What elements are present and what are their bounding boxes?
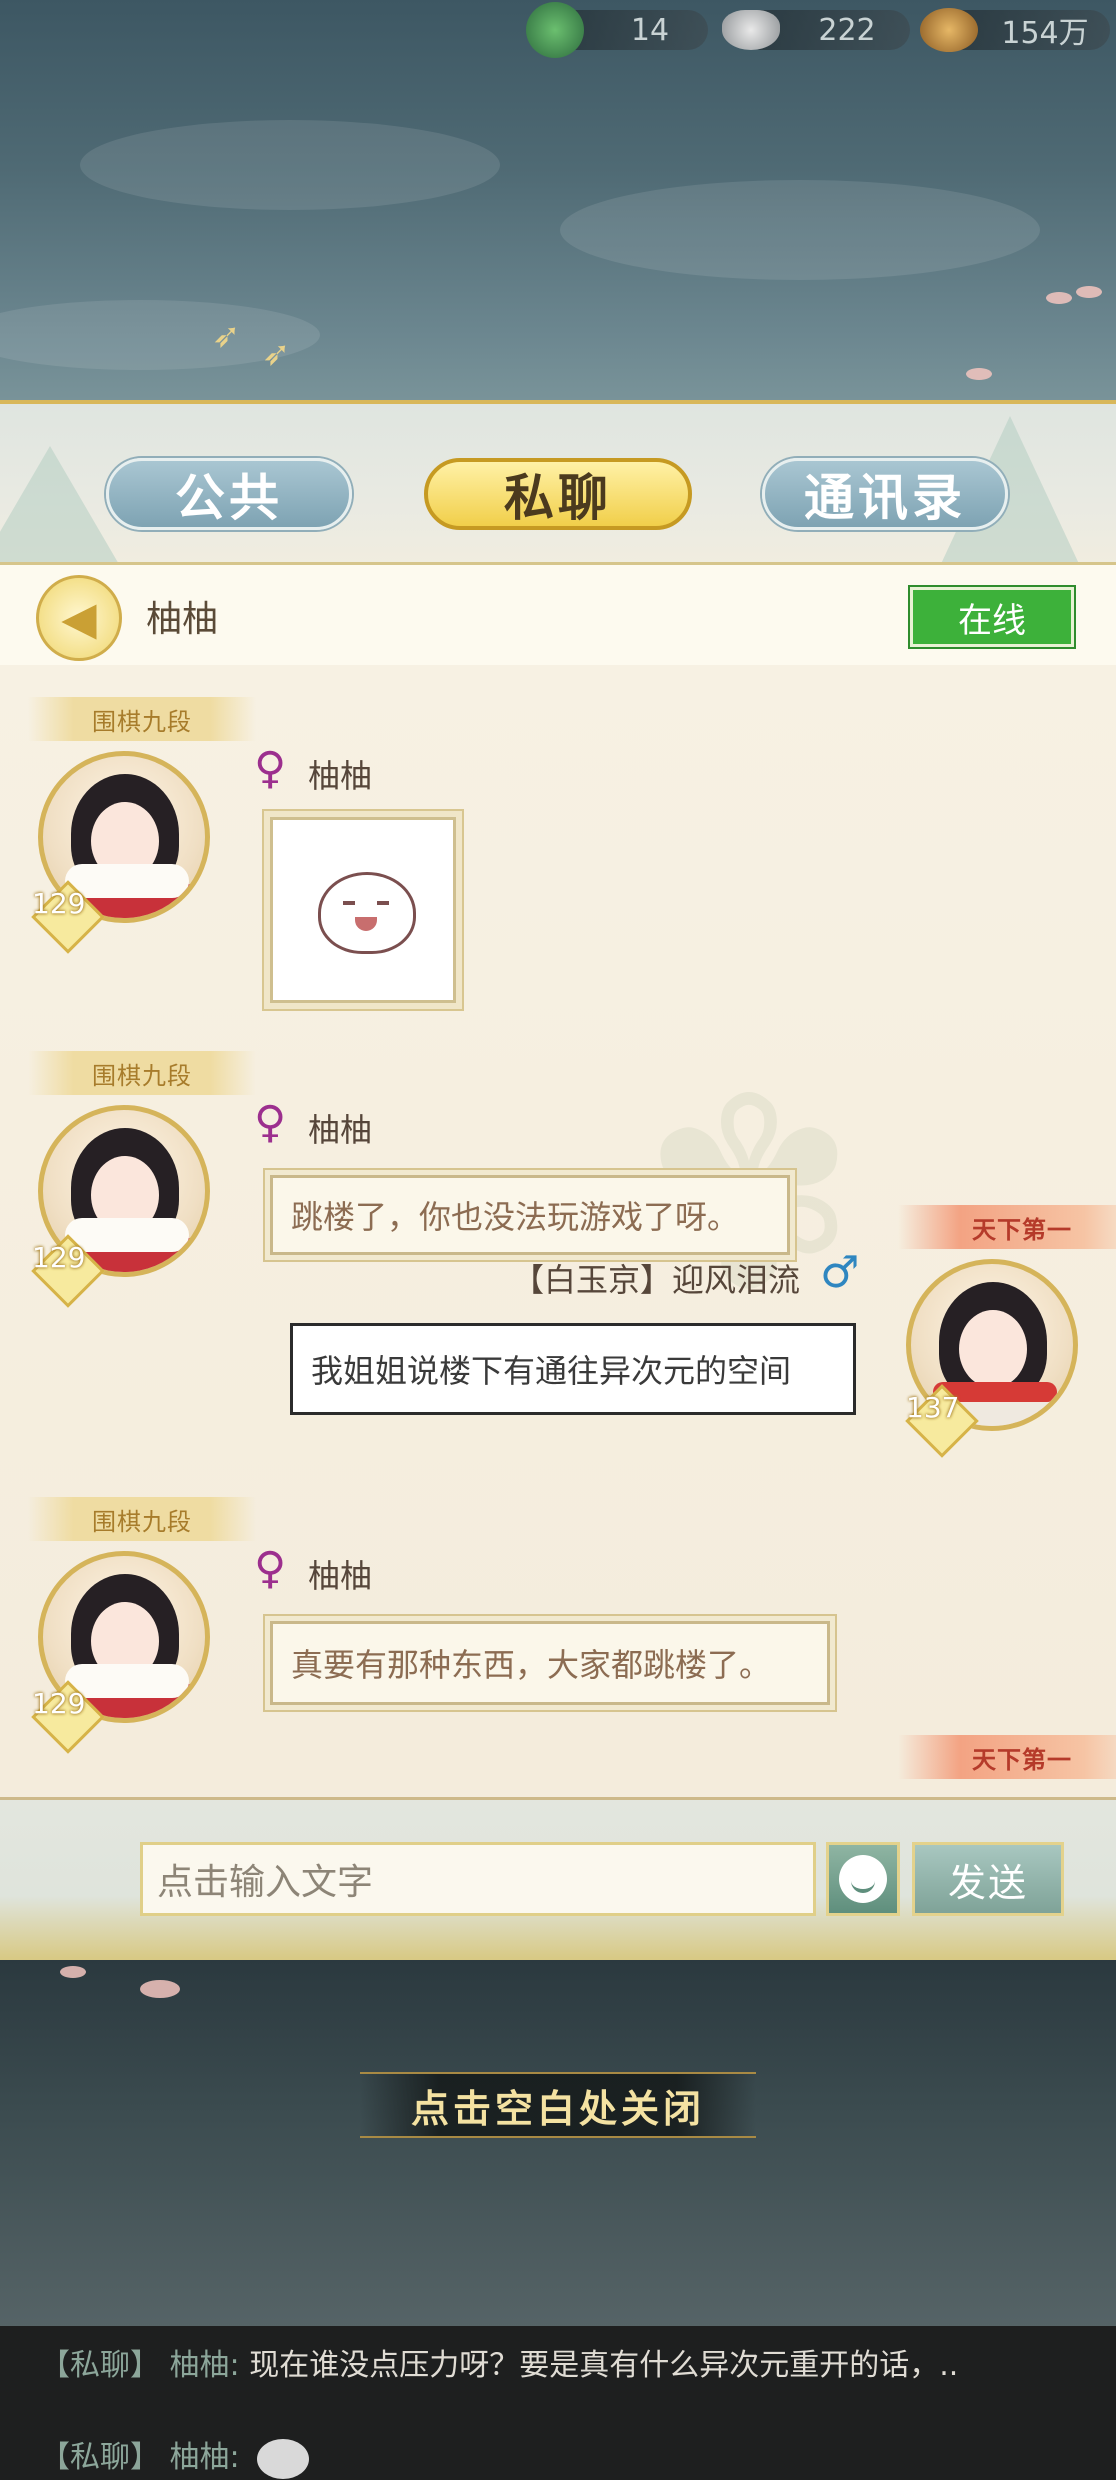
chat-header: ◀ 柚柚 在线 <box>0 562 1116 668</box>
ticker-line: 【私聊】 柚柚: 现在谁没点压力呀？要是真有什么异次元重开的话，.. <box>40 2340 958 2384</box>
bird-icon: ➶ <box>262 334 291 374</box>
tab-public[interactable]: 公共 <box>106 458 352 530</box>
player-title-badge: 围棋九段 <box>28 697 256 741</box>
tab-public-label: 公共 <box>175 469 283 527</box>
ticker-channel-tag: 【私聊】 <box>40 2348 160 2383</box>
mountain-decoration <box>0 446 120 566</box>
message-text: 跳楼了，你也没法玩游戏了呀。 <box>291 1198 740 1236</box>
tab-contacts[interactable]: 通讯录 <box>762 458 1008 530</box>
online-status-label: 在线 <box>958 600 1026 641</box>
cloud <box>80 120 500 210</box>
silver-ingot-icon <box>722 10 780 50</box>
send-button[interactable]: 发送 <box>912 1842 1064 1916</box>
petal-decoration <box>966 368 992 380</box>
message-input-placeholder: 点击输入文字 <box>157 1862 374 1903</box>
coin-count: 154万 <box>1001 16 1089 51</box>
player-title-badge: 天下第一 <box>898 1205 1116 1249</box>
female-icon: ♀ <box>254 1543 287 1594</box>
message-input[interactable]: 点击输入文字 <box>140 1842 816 1916</box>
background-scene[interactable] <box>0 1960 1116 2330</box>
ticker-line: 【私聊】 柚柚: <box>40 2432 310 2479</box>
back-button[interactable]: ◀ <box>36 575 122 661</box>
input-bar: 点击输入文字 发送 <box>0 1800 1116 1960</box>
sticker-icon <box>257 2438 310 2479</box>
petal-decoration <box>60 1966 86 1978</box>
message-bubble[interactable]: 跳楼了，你也没法玩游戏了呀。 <box>270 1175 790 1255</box>
silver-count: 222 <box>818 12 876 48</box>
tab-private[interactable]: 私聊 <box>424 458 692 530</box>
player-title: 围棋九段 <box>92 1061 192 1090</box>
player-title-badge: 围棋九段 <box>28 1051 256 1095</box>
message-bubble[interactable]: 真要有那种东西，大家都跳楼了。 <box>270 1621 830 1705</box>
player-title: 天下第一 <box>972 1745 1072 1774</box>
jade-count: 14 <box>630 12 670 48</box>
ticker-sender: 柚柚: <box>169 2440 240 2475</box>
emoji-button[interactable] <box>826 1842 900 1916</box>
ticker-sender: 柚柚: <box>169 2348 240 2383</box>
player-title: 围棋九段 <box>92 707 192 736</box>
online-status-badge: 在线 <box>908 585 1076 649</box>
close-hint[interactable]: 点击空白处关闭 <box>360 2072 756 2138</box>
background-sky: ➶ ➶ <box>0 0 1116 420</box>
level-number: 137 <box>906 1391 960 1424</box>
male-icon: ♂ <box>820 1247 860 1298</box>
chevron-left-icon: ◀ <box>61 591 97 645</box>
contact-name: 柚柚 <box>146 599 219 640</box>
close-hint-text: 点击空白处关闭 <box>410 2086 705 2131</box>
player-title-badge: 围棋九段 <box>28 1497 256 1541</box>
smiley-icon <box>839 1855 887 1903</box>
tab-contacts-label: 通讯录 <box>804 469 966 527</box>
cloud <box>560 180 1040 280</box>
sticker-image <box>318 872 416 954</box>
petal-decoration <box>1076 286 1102 298</box>
tab-bar: 公共 私聊 通讯录 <box>0 400 1116 566</box>
sender-name: 柚柚 <box>308 1557 373 1595</box>
ticker-channel-tag: 【私聊】 <box>40 2440 160 2475</box>
message-list[interactable]: ✾ 围棋九段 129 ♀ 柚柚 围棋九段 <box>0 665 1116 1800</box>
tab-private-label: 私聊 <box>504 469 612 527</box>
petal-decoration <box>140 1980 180 1998</box>
coin-icon <box>920 8 978 52</box>
message-text: 我姐姐说楼下有通往异次元的空间 <box>311 1352 792 1390</box>
level-number: 129 <box>32 1241 86 1274</box>
player-title-badge: 天下第一 <box>898 1735 1116 1779</box>
player-title: 天下第一 <box>972 1215 1072 1244</box>
sender-name: 柚柚 <box>308 757 373 795</box>
petal-decoration <box>1046 292 1072 304</box>
message-text: 真要有那种东西，大家都跳楼了。 <box>291 1646 772 1684</box>
sender-name: 柚柚 <box>308 1111 373 1149</box>
level-number: 129 <box>32 887 86 920</box>
player-title: 围棋九段 <box>92 1507 192 1536</box>
female-icon: ♀ <box>254 743 287 794</box>
chat-panel: 公共 私聊 通讯录 ◀ 柚柚 在线 ✾ 围棋九段 129 ♀ <box>0 400 1116 1960</box>
ticker-message: 现在谁没点压力呀？要是真有什么异次元重开的话，.. <box>249 2348 959 2383</box>
bird-icon: ➶ <box>212 316 241 356</box>
chat-ticker[interactable]: 【私聊】 柚柚: 现在谁没点压力呀？要是真有什么异次元重开的话，.. 【私聊】 … <box>0 2326 1116 2480</box>
sticker-message[interactable] <box>270 817 456 1003</box>
level-number: 129 <box>32 1687 86 1720</box>
sender-name: 【白玉京】迎风泪流 <box>512 1261 801 1299</box>
message-bubble[interactable]: 我姐姐说楼下有通往异次元的空间 <box>290 1323 856 1415</box>
send-button-label: 发送 <box>947 1860 1028 1905</box>
jade-icon <box>526 2 584 58</box>
female-icon: ♀ <box>254 1097 287 1148</box>
